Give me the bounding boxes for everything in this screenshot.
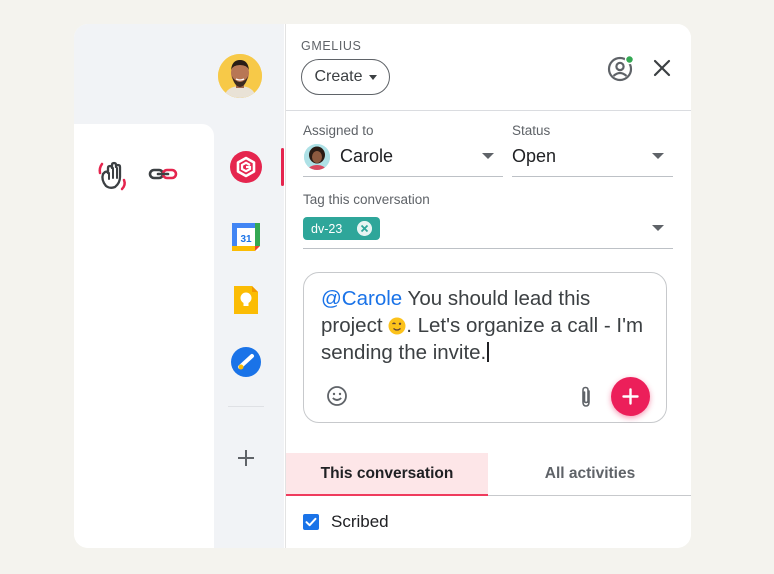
- gmelius-panel: GMELIUS Create Assigned to Carole Status…: [285, 24, 691, 548]
- status-dropdown-icon[interactable]: [652, 153, 664, 159]
- wave-hand-icon[interactable]: [96, 158, 130, 192]
- gmelius-app-icon[interactable]: [230, 151, 262, 183]
- link-icon[interactable]: [148, 164, 178, 184]
- user-avatar[interactable]: [218, 54, 262, 98]
- plus-icon: [622, 388, 639, 405]
- create-label: Create: [314, 68, 363, 85]
- assigned-dropdown-icon[interactable]: [482, 153, 494, 159]
- tab-all-activities[interactable]: All activities: [488, 453, 691, 496]
- status-label: Status: [512, 123, 551, 138]
- wink-emoji-icon: [388, 317, 406, 335]
- emoji-picker-icon[interactable]: [326, 385, 348, 407]
- subscribed-checkbox[interactable]: [303, 514, 319, 530]
- create-button[interactable]: Create: [301, 59, 390, 95]
- remove-tag-icon[interactable]: [357, 221, 372, 236]
- tag-dropdown-icon[interactable]: [652, 225, 664, 231]
- note-compose-box[interactable]: @Carole You should lead this project . L…: [303, 272, 667, 423]
- app-card: 31 GMELIUS Create Assigned to Carole Sta…: [74, 24, 691, 548]
- sidebar-divider: [228, 406, 264, 407]
- account-status-icon[interactable]: [607, 54, 635, 82]
- tag-chip-label: dv-23: [311, 221, 343, 236]
- keep-app-icon[interactable]: [230, 284, 262, 316]
- calendar-app-icon[interactable]: 31: [230, 221, 262, 253]
- calendar-day-text: 31: [240, 234, 252, 245]
- tab-this-conversation[interactable]: This conversation: [286, 453, 488, 496]
- check-icon: [305, 517, 317, 527]
- chevron-down-icon: [368, 74, 377, 80]
- attachment-icon[interactable]: [576, 385, 596, 409]
- tag-chip[interactable]: dv-23: [303, 217, 380, 240]
- mention-carole[interactable]: @Carole: [321, 287, 402, 310]
- left-content-area: [74, 124, 214, 548]
- status-value[interactable]: Open: [512, 146, 556, 167]
- active-app-indicator: [281, 148, 284, 186]
- brand-label: GMELIUS: [301, 39, 362, 53]
- assigned-to-value[interactable]: Carole: [340, 146, 393, 167]
- subscribed-label: Scribed: [331, 512, 389, 531]
- apps-sidebar: 31: [214, 24, 284, 548]
- note-text[interactable]: @Carole You should lead this project . L…: [321, 285, 651, 366]
- add-app-icon[interactable]: [234, 446, 258, 470]
- add-note-button[interactable]: [611, 377, 650, 416]
- header-divider: [286, 110, 691, 111]
- assigned-to-label: Assigned to: [303, 123, 374, 138]
- assignee-avatar: [304, 144, 330, 170]
- left-top-band: [74, 24, 214, 124]
- tasks-app-icon[interactable]: [230, 346, 262, 378]
- tag-label: Tag this conversation: [303, 192, 430, 207]
- close-icon[interactable]: [652, 58, 672, 78]
